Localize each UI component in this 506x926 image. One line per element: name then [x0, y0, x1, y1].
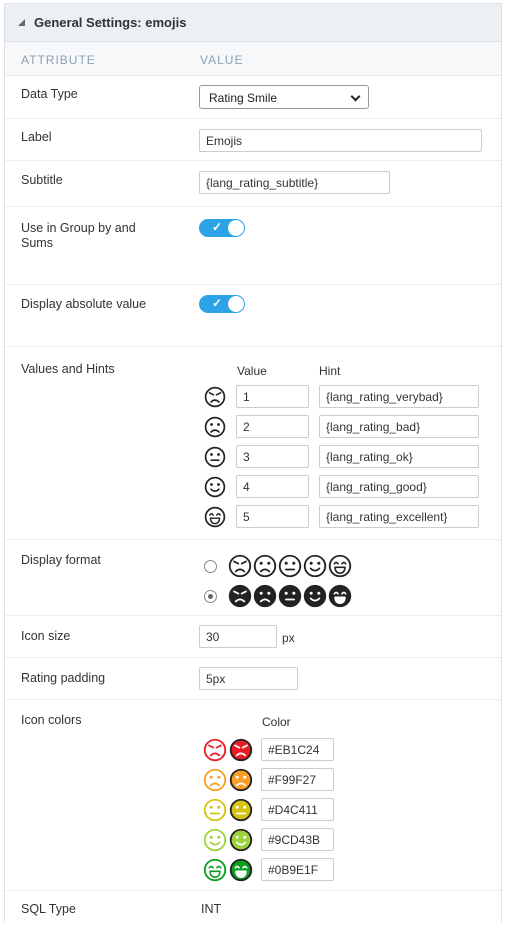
color-input[interactable]: #EB1C24 — [261, 738, 334, 761]
neutral-face-icon — [204, 446, 226, 473]
rating-hint-input[interactable]: {lang_rating_ok} — [319, 445, 479, 468]
sad-face-icon — [253, 584, 277, 613]
sad-face-icon — [253, 554, 277, 583]
color-input[interactable]: #D4C411 — [261, 798, 334, 821]
rating-value-input[interactable]: 1 — [236, 385, 309, 408]
rating-padding-input[interactable]: 5px — [199, 667, 298, 690]
column-header: ATTRIBUTE VALUE — [5, 42, 501, 76]
angry-face-icon — [229, 738, 253, 767]
sql-type-label: SQL Type — [21, 902, 76, 916]
smile-face-icon — [204, 476, 226, 503]
panel-title: General Settings: emojis — [34, 15, 187, 30]
display-format-row: Display format — [5, 540, 501, 616]
neutral-face-icon — [203, 798, 227, 827]
panel-header[interactable]: General Settings: emojis — [5, 4, 501, 42]
neutral-face-icon — [278, 584, 302, 613]
rating-value-input[interactable]: 5 — [236, 505, 309, 528]
sad-face-icon — [203, 768, 227, 797]
sad-face-icon — [204, 416, 226, 443]
rating-hint-input[interactable]: {lang_rating_good} — [319, 475, 479, 498]
label-input[interactable]: Emojis — [199, 129, 482, 152]
sad-face-icon — [229, 768, 253, 797]
icon-colors-label: Icon colors — [21, 713, 82, 727]
toggle-knob — [228, 220, 244, 236]
grin-face-icon — [203, 858, 227, 887]
grin-face-icon — [204, 506, 226, 533]
data-type-select[interactable]: Rating Smile — [199, 85, 369, 109]
rating-padding-label: Rating padding — [21, 671, 106, 685]
absolute-value-label: Display absolute value — [21, 297, 147, 311]
subtitle-input[interactable]: {lang_rating_subtitle} — [199, 171, 390, 194]
label-row: Label Emojis — [5, 119, 501, 161]
rating-hint-input[interactable]: {lang_rating_excellent} — [319, 505, 479, 528]
sql-type-row: SQL Type INT — [5, 891, 501, 926]
grin-face-icon — [229, 858, 253, 887]
chevron-down-icon — [350, 91, 361, 102]
subtitle-label: Subtitle — [21, 173, 63, 187]
color-input[interactable]: #0B9E1F — [261, 858, 334, 881]
smile-face-icon — [229, 828, 253, 857]
grin-face-icon — [328, 554, 352, 583]
absolute-value-row: Display absolute value ✓ — [5, 285, 501, 347]
sql-type-value: INT — [201, 902, 222, 916]
angry-face-icon — [228, 584, 252, 613]
icon-size-label: Icon size — [21, 629, 71, 643]
group-by-toggle[interactable]: ✓ — [199, 219, 245, 237]
neutral-face-icon — [278, 554, 302, 583]
value-column-header: VALUE — [200, 53, 244, 67]
group-by-row: Use in Group by and Sums ✓ — [5, 207, 501, 285]
data-type-row: Data Type Rating Smile — [5, 76, 501, 119]
color-input[interactable]: #F99F27 — [261, 768, 334, 791]
hint-column-label: Hint — [319, 364, 341, 378]
rating-value-input[interactable]: 2 — [236, 415, 309, 438]
group-by-label-line1: Use in Group by and — [21, 221, 136, 235]
rating-hint-input[interactable]: {lang_rating_bad} — [319, 415, 479, 438]
values-hints-row: Values and Hints Value Hint 1 {lang_ratin… — [5, 347, 501, 540]
absolute-value-toggle[interactable]: ✓ — [199, 295, 245, 313]
check-icon: ✓ — [212, 296, 223, 310]
value-column-label: Value — [237, 364, 267, 378]
smile-face-icon — [303, 554, 327, 583]
grin-face-icon — [328, 584, 352, 613]
display-format-radio[interactable] — [204, 560, 217, 573]
collapse-triangle-icon[interactable] — [18, 19, 25, 26]
smile-face-icon — [203, 828, 227, 857]
data-type-label: Data Type — [21, 87, 78, 101]
settings-panel: General Settings: emojis ATTRIBUTE VALUE… — [4, 3, 502, 922]
display-format-label: Display format — [21, 553, 101, 567]
angry-face-icon — [203, 738, 227, 767]
subtitle-row: Subtitle {lang_rating_subtitle} — [5, 161, 501, 207]
icon-size-unit: px — [282, 631, 295, 645]
rating-value-input[interactable]: 4 — [236, 475, 309, 498]
color-input[interactable]: #9CD43B — [261, 828, 334, 851]
rating-hint-input[interactable]: {lang_rating_verybad} — [319, 385, 479, 408]
rating-padding-row: Rating padding 5px — [5, 658, 501, 700]
icon-size-row: Icon size 30 px — [5, 616, 501, 658]
data-type-selected-value: Rating Smile — [209, 91, 278, 105]
check-icon: ✓ — [212, 220, 223, 234]
angry-face-icon — [228, 554, 252, 583]
toggle-knob — [228, 296, 244, 312]
icon-colors-row: Icon colors Color #EB1C24 #F99F27 #D4C411 #… — [5, 700, 501, 891]
angry-face-icon — [204, 386, 226, 413]
label-label: Label — [21, 130, 52, 144]
group-by-label-line2: Sums — [21, 236, 53, 250]
smile-face-icon — [303, 584, 327, 613]
group-by-label: Use in Group by and Sums — [21, 221, 136, 251]
display-format-radio[interactable] — [204, 590, 217, 603]
rating-value-input[interactable]: 3 — [236, 445, 309, 468]
neutral-face-icon — [229, 798, 253, 827]
color-column-label: Color — [262, 715, 291, 729]
icon-size-input[interactable]: 30 — [199, 625, 277, 648]
values-hints-label: Values and Hints — [21, 362, 115, 376]
attribute-column-header: ATTRIBUTE — [21, 53, 96, 67]
